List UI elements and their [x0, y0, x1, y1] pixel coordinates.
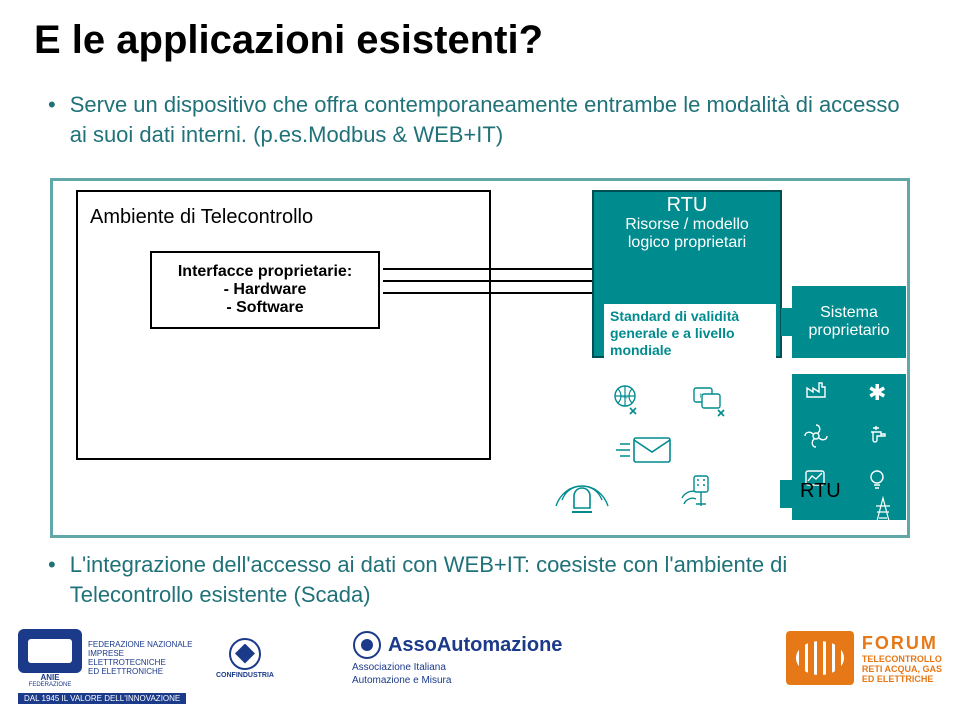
- asso-title: AssoAutomazione: [388, 634, 562, 657]
- if-line-1: Interfacce proprietarie:: [164, 263, 366, 281]
- if-line-2: - Hardware: [164, 281, 366, 299]
- rtu2-label: RTU: [800, 480, 841, 503]
- rtu-white-3: mondiale: [610, 342, 671, 358]
- forum-sub-2: RETI ACQUA, GAS: [862, 664, 942, 674]
- bullet-dot-icon: •: [48, 550, 56, 580]
- factory-icon: [806, 380, 828, 403]
- footer: ANIE FEDERAZIONE FEDERAZIONE NAZIONALE I…: [0, 608, 960, 707]
- asso-icon: [352, 630, 382, 660]
- interfaces-box: Interfacce proprietarie: - Hardware - So…: [150, 251, 380, 329]
- rtu-block: RTU Risorse / modello logico proprietari…: [592, 190, 782, 358]
- forum-icon: [786, 631, 854, 685]
- bulb-icon: [868, 468, 886, 497]
- snowflake-icon: ✱: [868, 380, 886, 406]
- rtu-label: RTU: [594, 194, 780, 217]
- svg-text:http: http: [622, 394, 629, 399]
- bullet-1-text: Serve un dispositivo che offra contempor…: [70, 90, 900, 150]
- rtu-sub-1: Risorse / modello: [625, 216, 749, 233]
- rtu-white-1: Standard di validità: [610, 308, 739, 324]
- diagram: Ambiente di Telecontrollo Interfacce pro…: [50, 178, 910, 538]
- asso-sub-1: Associazione Italiana: [352, 662, 446, 673]
- forum-text: FORUM TELECONTROLLO RETI ACQUA, GAS ED E…: [862, 633, 942, 684]
- sys-line-2: proprietario: [809, 322, 890, 340]
- comms-icons: http ftp: [592, 384, 782, 514]
- anie-logo: ANIE FEDERAZIONE FEDERAZIONE NAZIONALE I…: [18, 629, 198, 688]
- forum-sub-3: ED ELETTRICHE: [862, 674, 942, 684]
- sys-line-1: Sistema: [820, 304, 878, 322]
- satellite-icon: [680, 474, 724, 512]
- connector-line: [383, 280, 593, 282]
- faucet-icon: [868, 424, 890, 451]
- forum-block: FORUM TELECONTROLLO RETI ACQUA, GAS ED E…: [786, 631, 942, 685]
- anie-desc: FEDERAZIONE NAZIONALE IMPRESE ELETTROTEC…: [88, 640, 198, 676]
- anie-year: DAL 1945 IL VALORE DELL'INNOVAZIONE: [18, 693, 186, 704]
- rtu-white-2: generale e a livello: [610, 325, 735, 341]
- tower-icon: [874, 496, 892, 527]
- anie-subtitle: FEDERAZIONE: [29, 682, 72, 688]
- bullet-2: • L'integrazione dell'accesso ai dati co…: [48, 550, 900, 610]
- confindustria-icon: [229, 638, 261, 670]
- assoautomazione-block: AssoAutomazione Associazione Italiana Au…: [352, 630, 562, 686]
- slide-root: E le applicazioni esistenti? • Serve un …: [0, 0, 960, 707]
- forum-sub-1: TELECONTROLLO: [862, 654, 942, 664]
- rtu-sub: Risorse / modello logico proprietari: [594, 216, 780, 252]
- connector-line: [383, 268, 593, 270]
- asso-sub-2: Automazione e Misura: [352, 675, 452, 686]
- confindustria-logo: CONFINDUSTRIA: [216, 638, 274, 679]
- environment-title: Ambiente di Telecontrollo: [90, 206, 477, 229]
- connector-line: [383, 292, 593, 294]
- alarm-icon: [554, 478, 610, 518]
- anie-title: ANIE: [40, 673, 59, 682]
- forum-title: FORUM: [862, 633, 942, 654]
- if-line-3: - Software: [164, 299, 366, 317]
- environment-box: Ambiente di Telecontrollo Interfacce pro…: [76, 190, 491, 460]
- ftp-icon: ftp: [688, 384, 728, 418]
- bullet-1: • Serve un dispositivo che offra contemp…: [48, 90, 900, 150]
- rtu-sub-2: logico proprietari: [628, 234, 746, 251]
- confindustria-label: CONFINDUSTRIA: [216, 672, 274, 679]
- page-title: E le applicazioni esistenti?: [34, 18, 543, 63]
- sistema-proprietario-box: Sistema proprietario: [792, 286, 906, 358]
- rtu-standard-box: Standard di validità generale e a livell…: [604, 304, 776, 366]
- anie-badge-icon: [18, 629, 82, 673]
- bullet-dot-icon: •: [48, 90, 56, 120]
- mail-icon: [612, 432, 674, 468]
- http-icon: http: [608, 384, 642, 418]
- bullet-2-text: L'integrazione dell'accesso ai dati con …: [70, 550, 900, 610]
- fan-icon: [804, 424, 828, 453]
